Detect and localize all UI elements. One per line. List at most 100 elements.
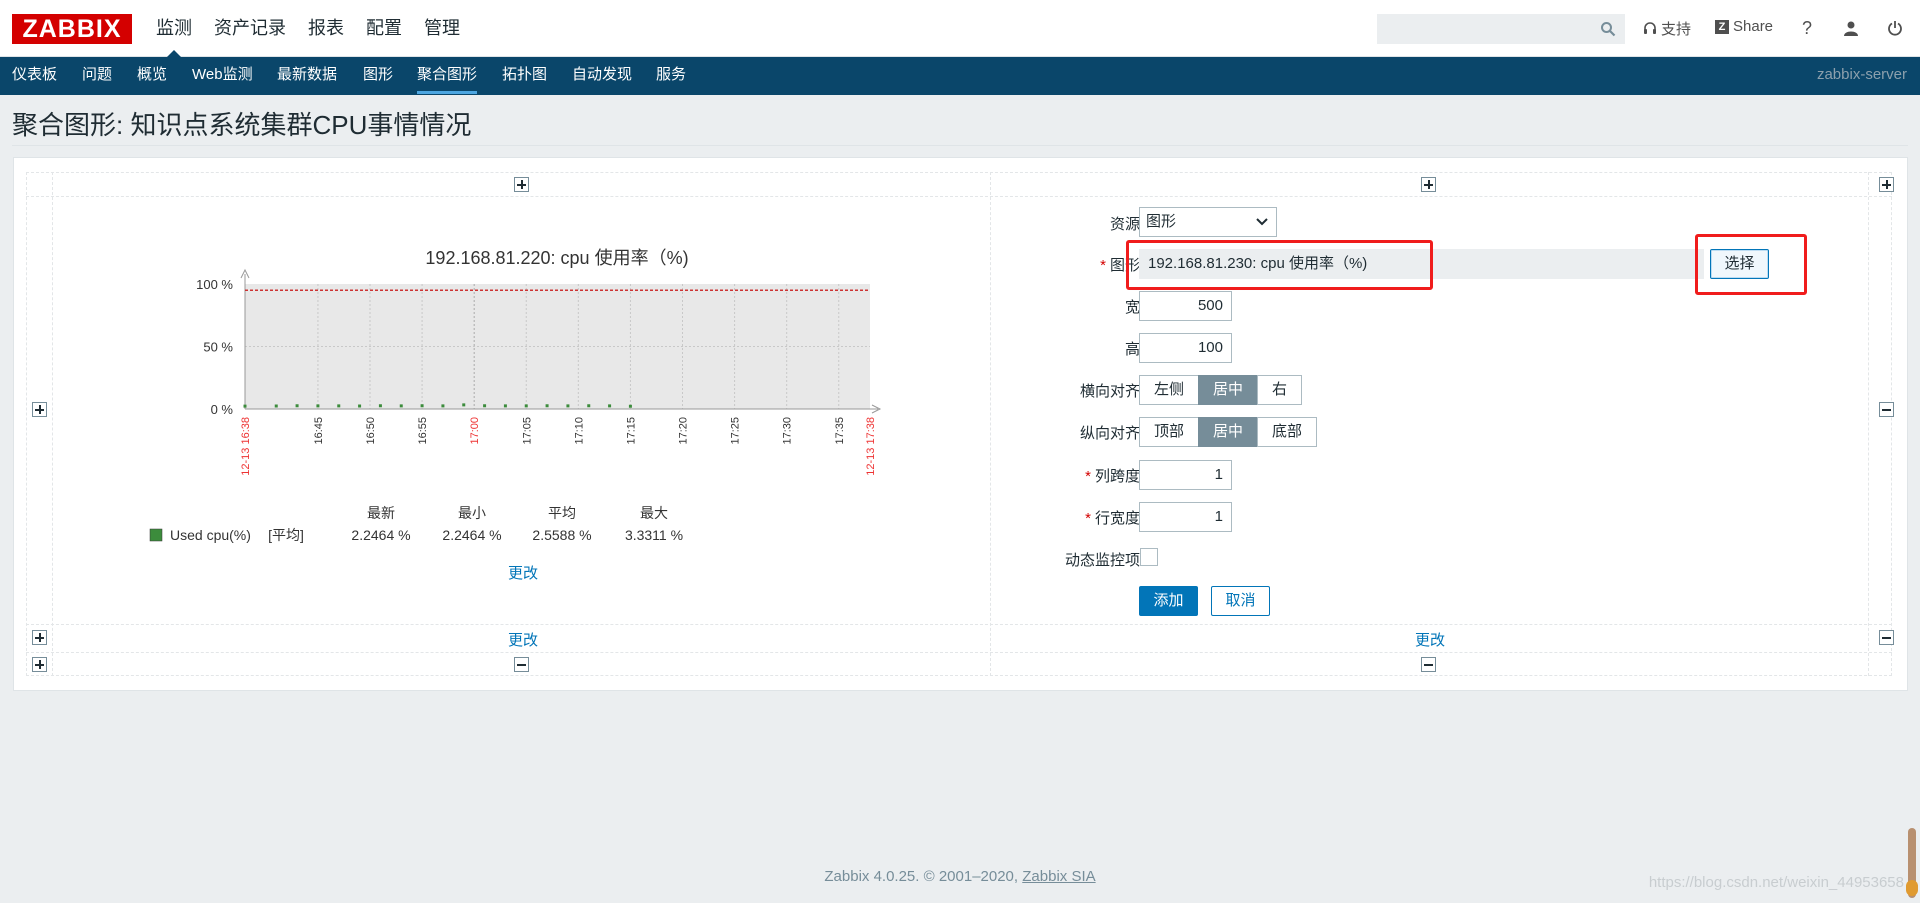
subnav-problems[interactable]: 问题 bbox=[82, 57, 112, 93]
chart-series-point bbox=[399, 404, 403, 408]
main-menu: 监测 资产记录 报表 配置 管理 bbox=[145, 0, 471, 57]
halign-center-option[interactable]: 居中 bbox=[1198, 375, 1259, 405]
power-icon[interactable] bbox=[1884, 16, 1906, 40]
menu-administration[interactable]: 管理 bbox=[413, 0, 471, 57]
footer-zabbix-sia-link[interactable]: Zabbix SIA bbox=[1022, 868, 1095, 885]
sub-navigation: 仪表板 问题 概览 Web监测 最新数据 图形 聚合图形 拓扑图 自动发现 服务… bbox=[0, 57, 1920, 95]
rowspan-label: * 行宽度 bbox=[1085, 510, 1140, 527]
headset-icon bbox=[1644, 21, 1656, 34]
subnav-services[interactable]: 服务 bbox=[656, 57, 686, 93]
cpu-usage-chart: 192.168.81.220: cpu 使用率（%) 100 % 50 % 0 % 12… bbox=[149, 248, 882, 543]
scrollbar-knob[interactable] bbox=[1906, 880, 1918, 896]
watermark: https://blog.csdn.net/weixin_44953658 bbox=[1648, 874, 1904, 891]
server-name: zabbix-server bbox=[1816, 66, 1907, 83]
rowspan-label-text: 行宽度 bbox=[1094, 510, 1140, 527]
top-header: ZABBIX 监测 资产记录 报表 配置 管理 支持 Z Share ? bbox=[0, 0, 1920, 57]
chart-series-point bbox=[566, 404, 570, 408]
remove-column-middle-button[interactable] bbox=[1421, 657, 1436, 672]
height-input[interactable]: 100 bbox=[1139, 333, 1232, 363]
colspan-label-text: 列跨度 bbox=[1094, 468, 1140, 485]
subnav-graphs[interactable]: 图形 bbox=[363, 57, 393, 93]
subnav-latest-data[interactable]: 最新数据 bbox=[277, 57, 337, 93]
subnav-overview[interactable]: 概览 bbox=[137, 57, 167, 93]
halign-right-option[interactable]: 右 bbox=[1257, 375, 1303, 405]
add-column-right-button[interactable] bbox=[1879, 177, 1894, 192]
chart-series-point bbox=[316, 404, 320, 408]
remove-row-button[interactable] bbox=[1879, 402, 1894, 417]
chart-series-point bbox=[295, 404, 299, 408]
user-profile-icon[interactable] bbox=[1840, 16, 1862, 40]
grid-row-divider-bottom bbox=[26, 652, 1892, 653]
support-link[interactable]: 支持 bbox=[1643, 18, 1691, 39]
subnav-screens[interactable]: 聚合图形 bbox=[417, 57, 478, 94]
cell-change-link-left[interactable]: 更改 bbox=[508, 629, 538, 650]
chart-y-tick-label: 100 % bbox=[196, 277, 233, 292]
halign-label: 横向对齐 bbox=[1079, 383, 1140, 400]
subnav-dashboard[interactable]: 仪表板 bbox=[12, 57, 57, 93]
chart-x-tick-label: 17:25 bbox=[730, 417, 742, 445]
cancel-button[interactable]: 取消 bbox=[1211, 586, 1270, 616]
chart-series-point bbox=[441, 404, 445, 408]
search-input[interactable] bbox=[1378, 15, 1588, 43]
footer-text: Zabbix 4.0.25. © 2001–2020, bbox=[824, 868, 1023, 885]
chart-series-point bbox=[628, 404, 632, 408]
dynamic-item-checkbox[interactable] bbox=[1140, 548, 1158, 566]
search-box bbox=[1377, 14, 1625, 44]
chart-x-tick-label-edge: 12-13 17:38 bbox=[865, 417, 877, 476]
chart-x-tick-label: 17:05 bbox=[521, 417, 533, 445]
chart-x-tick-label-edge: 12-13 16:38 bbox=[240, 417, 252, 476]
add-row-below-button[interactable] bbox=[32, 630, 47, 645]
chart-series-point bbox=[608, 404, 612, 408]
rowspan-input[interactable]: 1 bbox=[1139, 502, 1232, 532]
subnav-discovery[interactable]: 自动发现 bbox=[572, 57, 632, 93]
subnav-web[interactable]: Web监测 bbox=[192, 57, 253, 93]
menu-inventory[interactable]: 资产记录 bbox=[203, 0, 297, 57]
chart-legend-value: 2.5588 % bbox=[532, 527, 591, 543]
chart-x-tick-label: 16:45 bbox=[313, 417, 325, 445]
screen-editor-panel: 192.168.81.220: cpu 使用率（%) 100 % 50 % 0 % 12… bbox=[13, 157, 1908, 691]
chart-x-tick-label: 17:00 bbox=[469, 417, 481, 445]
graph-change-link[interactable]: 更改 bbox=[508, 562, 538, 583]
cell-change-link-right[interactable]: 更改 bbox=[1415, 629, 1445, 650]
height-label: 高 bbox=[1124, 341, 1140, 358]
menu-configuration[interactable]: 配置 bbox=[355, 0, 413, 57]
chart-x-tick-label: 16:55 bbox=[417, 417, 429, 445]
resource-select[interactable]: 图形 bbox=[1139, 207, 1277, 237]
chart-series-point bbox=[420, 404, 424, 408]
colspan-input[interactable]: 1 bbox=[1139, 460, 1232, 490]
footer: Zabbix 4.0.25. © 2001–2020, Zabbix SIA bbox=[0, 868, 1920, 885]
share-z-icon: Z bbox=[1715, 19, 1729, 34]
valign-top-option[interactable]: 顶部 bbox=[1139, 417, 1200, 447]
chart-series-point bbox=[524, 404, 528, 408]
support-label: 支持 bbox=[1661, 21, 1692, 38]
halign-segmented: 左侧 居中 右 bbox=[1139, 375, 1303, 405]
add-row-bottom-button[interactable] bbox=[32, 657, 47, 672]
chart-legend-series-name: Used cpu(%) bbox=[170, 527, 251, 543]
menu-monitoring[interactable]: 监测 bbox=[145, 0, 203, 57]
add-column-middle-button[interactable] bbox=[1421, 177, 1436, 192]
zabbix-logo[interactable]: ZABBIX bbox=[12, 14, 132, 44]
chart-legend-value: 2.2464 % bbox=[442, 527, 501, 543]
add-button[interactable]: 添加 bbox=[1139, 586, 1198, 616]
chart-legend-header: 最新 bbox=[367, 505, 395, 521]
remove-row-below-button[interactable] bbox=[1879, 630, 1894, 645]
halign-left-option[interactable]: 左侧 bbox=[1139, 375, 1200, 405]
chart-x-tick-label: 17:15 bbox=[625, 417, 637, 445]
chart-legend-header: 最大 bbox=[640, 505, 668, 521]
chart-x-tick-label: 17:20 bbox=[678, 417, 690, 445]
valign-bottom-option[interactable]: 底部 bbox=[1257, 417, 1318, 447]
subnav-maps[interactable]: 拓扑图 bbox=[502, 57, 547, 93]
menu-reports[interactable]: 报表 bbox=[297, 0, 355, 57]
chart-legend-value: 3.3311 % bbox=[625, 527, 683, 543]
chart-legend-header: 最小 bbox=[458, 505, 486, 521]
help-icon[interactable]: ? bbox=[1796, 16, 1818, 40]
chart-series-point bbox=[378, 404, 382, 408]
chart-series-point bbox=[243, 404, 247, 408]
width-input[interactable]: 500 bbox=[1139, 291, 1232, 321]
remove-column-left-button[interactable] bbox=[514, 657, 529, 672]
share-link[interactable]: Z Share bbox=[1715, 18, 1773, 35]
chart-title: 192.168.81.220: cpu 使用率（%) bbox=[425, 248, 688, 268]
search-icon[interactable] bbox=[1600, 21, 1616, 37]
valign-middle-option[interactable]: 居中 bbox=[1198, 417, 1259, 447]
width-label: 宽 bbox=[1124, 299, 1140, 316]
